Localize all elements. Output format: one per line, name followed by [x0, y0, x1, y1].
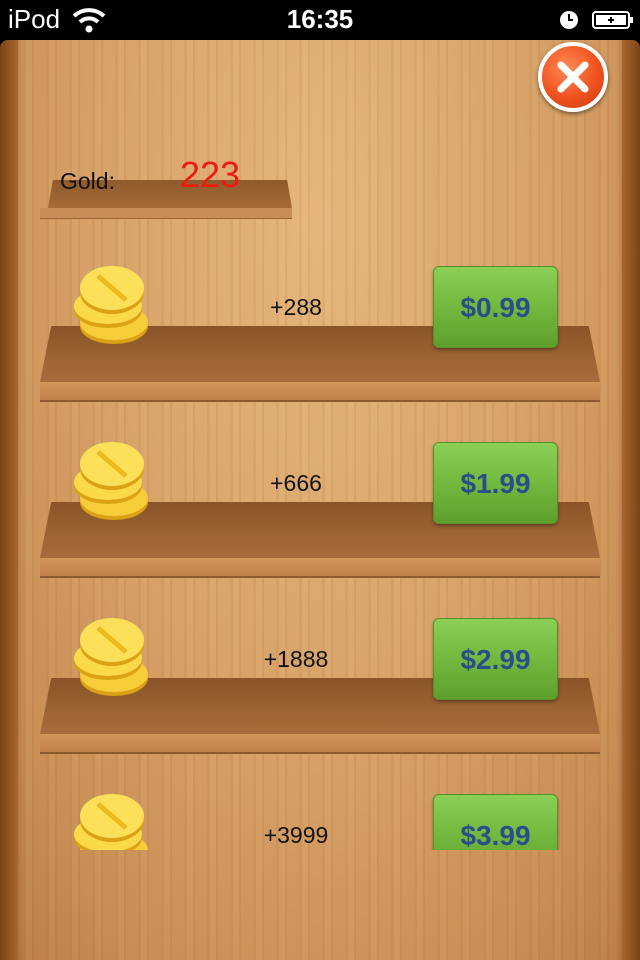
- coin-stack-icon: [74, 266, 148, 344]
- coin-stack-icon: [74, 618, 148, 696]
- carrier-label: iPod: [8, 4, 61, 34]
- clipped-row-region: +3999 $3.99: [0, 794, 640, 850]
- clock-icon: [560, 11, 578, 29]
- buy-button[interactable]: $1.99: [433, 442, 558, 524]
- gold-shelf-front: [40, 208, 292, 219]
- wifi-icon: [72, 8, 106, 33]
- gold-label: Gold:: [60, 168, 115, 194]
- buy-button[interactable]: $2.99: [433, 618, 558, 700]
- close-button[interactable]: [538, 42, 608, 112]
- shelf-front: [40, 734, 600, 754]
- gold-amount: +1888: [263, 646, 329, 672]
- gold-amount: +666: [270, 470, 322, 496]
- buy-button[interactable]: $3.99: [433, 794, 558, 850]
- status-bar: iPod 16:35: [0, 0, 640, 40]
- shelf-front: [40, 558, 600, 578]
- battery-icon: [592, 11, 633, 29]
- shelf-front: [40, 382, 600, 402]
- gold-value: 223: [180, 154, 241, 195]
- gold-amount: +3999: [263, 822, 329, 848]
- store-screen: Gold: 223 +288 $0.99 +666 $1.99 +1888 $2…: [0, 40, 640, 960]
- buy-button[interactable]: $0.99: [433, 266, 558, 348]
- close-icon: [557, 61, 589, 93]
- product-row: +288 $0.99: [0, 266, 640, 416]
- product-row: +3999 $3.99: [0, 794, 640, 850]
- gold-amount: +288: [270, 294, 322, 320]
- product-row: +666 $1.99: [0, 442, 640, 592]
- coin-stack-icon: [74, 442, 148, 520]
- product-row: +1888 $2.99: [0, 618, 640, 768]
- coin-stack-icon: [74, 794, 148, 850]
